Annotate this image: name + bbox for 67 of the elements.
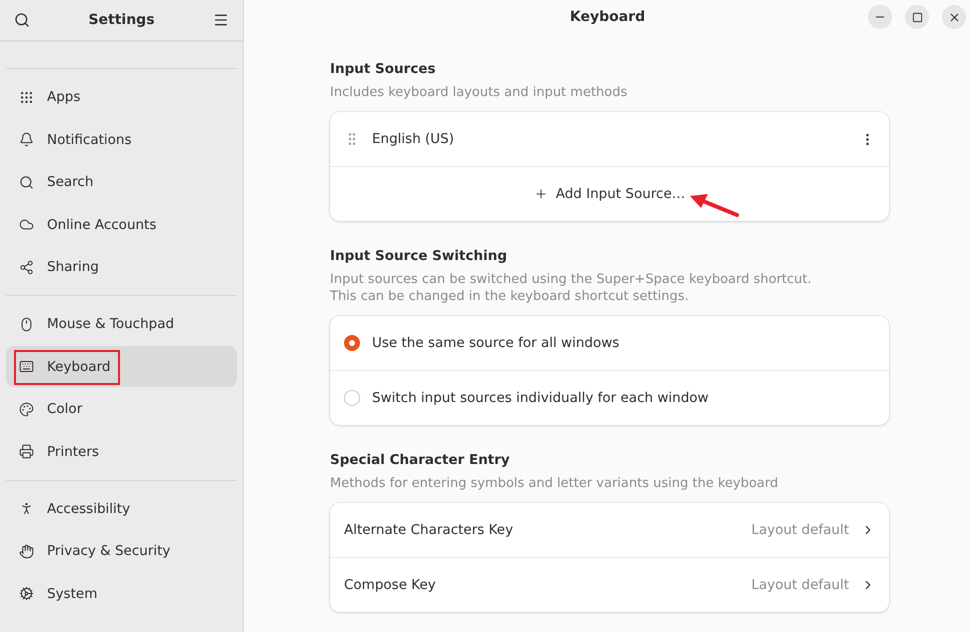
search-button[interactable]: [14, 12, 30, 28]
mouse-icon: [19, 316, 34, 332]
radio-label: Use the same source for all windows: [372, 335, 620, 351]
sidebar-item[interactable]: Online Accounts: [6, 204, 237, 245]
radio-label: Switch input sources individually for each window: [372, 390, 709, 406]
palette-icon: [19, 402, 34, 416]
printer-icon: [19, 444, 34, 459]
section-description: Includes keyboard layouts and input methods: [330, 84, 628, 101]
sidebar-item[interactable]: Accessibility: [6, 488, 237, 529]
share-icon: [19, 260, 34, 274]
sidebar-item-label: Mouse & Touchpad: [47, 316, 174, 332]
radio-option[interactable]: Use the same source for all windows: [330, 316, 889, 370]
sidebar-item-label: Notifications: [47, 132, 132, 148]
radio-button[interactable]: [344, 390, 360, 406]
sidebar-title: Settings: [88, 12, 155, 28]
section-description: Input sources can be switched using the Super+Space keyboard shortcut. This can be changed in the keyboard shortcut settings.: [330, 271, 813, 305]
sidebar-item-label: Sharing: [47, 259, 99, 275]
sidebar-item-label: Accessibility: [47, 500, 130, 516]
hand-icon: [19, 544, 34, 558]
window-title: Keyboard: [570, 9, 646, 25]
sidebar-item[interactable]: Notifications: [6, 119, 237, 160]
search-icon: [19, 174, 34, 190]
settings-row[interactable]: Compose Key Layout default: [330, 557, 889, 612]
keyboard-icon: [19, 359, 34, 374]
dots-grid-icon: [19, 90, 34, 104]
input-source-label: English (US): [372, 131, 456, 147]
maximize-button[interactable]: [905, 5, 929, 29]
sidebar-item-label: Color: [47, 401, 82, 417]
annotation-arrow: [688, 193, 740, 219]
menu-icon: [213, 12, 229, 28]
sidebar-item-label: Search: [47, 174, 94, 190]
section-title: Input Source Switching: [330, 247, 508, 265]
section-title: Input Sources: [330, 60, 437, 78]
close-icon: [948, 10, 960, 24]
bell-icon: [19, 132, 34, 147]
sidebar-item[interactable]: Sharing: [6, 246, 237, 288]
sidebar-item[interactable]: Keyboard: [6, 346, 237, 387]
gear-icon: [19, 586, 34, 601]
sidebar-item[interactable]: System: [6, 573, 237, 614]
sidebar-item-label: Apps: [47, 89, 80, 105]
sidebar-item[interactable]: Apps: [6, 76, 237, 118]
menu-button[interactable]: [213, 12, 229, 28]
settings-row[interactable]: Alternate Characters Key Layout default: [330, 503, 889, 557]
sidebar-item-label: Printers: [47, 444, 99, 460]
row-value: Layout default: [751, 577, 849, 593]
row-label: Compose Key: [344, 577, 437, 593]
plus-icon: [534, 187, 548, 201]
sidebar-item[interactable]: Search: [6, 162, 237, 202]
sidebar-item-label: Privacy & Security: [47, 543, 170, 559]
sidebar-item[interactable]: Mouse & Touchpad: [6, 304, 237, 344]
sidebar-item-label: System: [47, 586, 98, 602]
sidebar-item-label: Keyboard: [47, 358, 110, 374]
sidebar-item[interactable]: Color: [6, 388, 237, 430]
search-icon: [14, 12, 30, 28]
sidebar-item[interactable]: Printers: [6, 431, 237, 472]
section-title: Special Character Entry: [330, 451, 511, 469]
close-button[interactable]: [942, 5, 966, 29]
row-label: Alternate Characters Key: [344, 522, 514, 538]
square-icon: [912, 12, 922, 22]
section-description: Methods for entering symbols and letter variants using the keyboard: [330, 475, 780, 492]
sidebar-item[interactable]: Privacy & Security: [6, 530, 237, 572]
add-input-source-button[interactable]: Add Input Source…: [528, 185, 692, 203]
row-value: Layout default: [751, 522, 849, 538]
radio-option[interactable]: Switch input sources individually for each window: [330, 370, 889, 425]
sidebar-item-label: Online Accounts: [47, 216, 156, 232]
radio-button[interactable]: [344, 335, 360, 351]
cloud-icon: [19, 217, 34, 232]
